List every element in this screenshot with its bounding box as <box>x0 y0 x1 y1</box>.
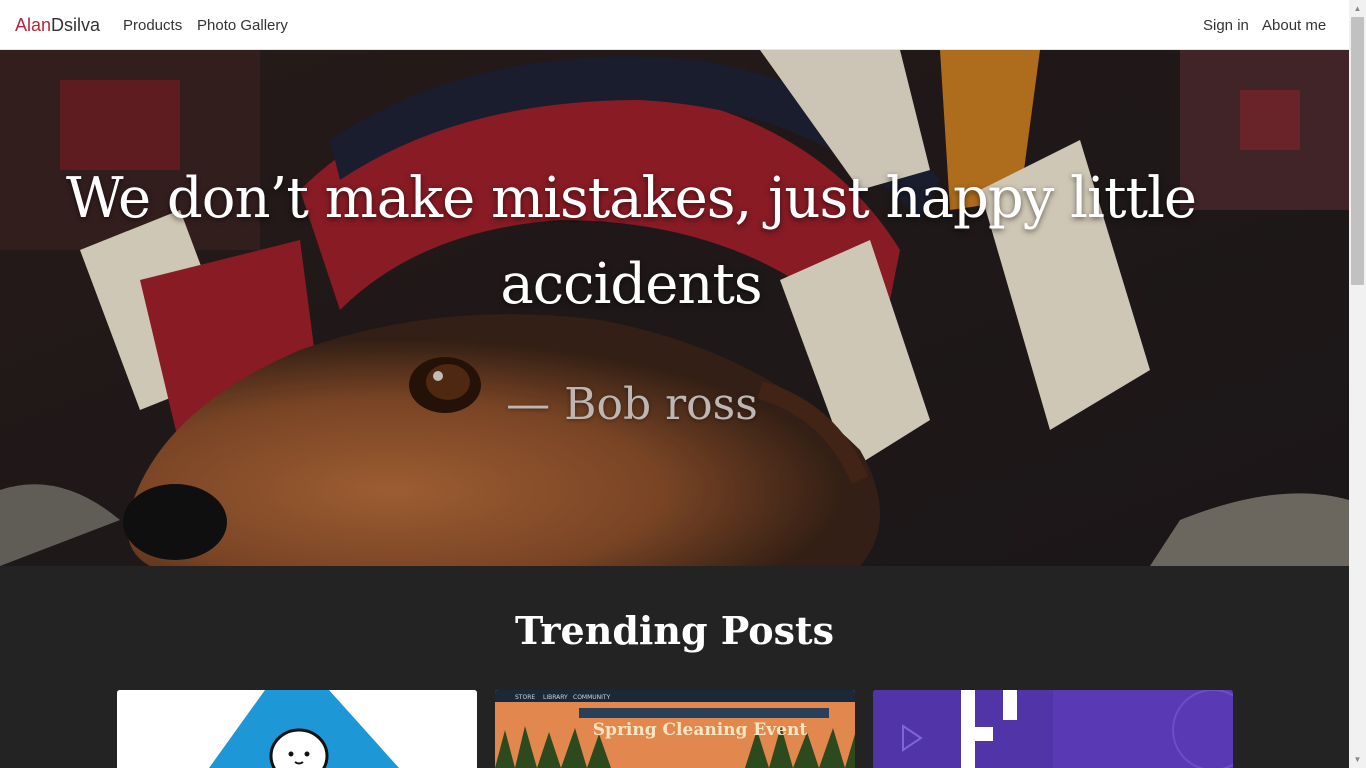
nav-sign-in-link[interactable]: Sign in <box>1203 16 1249 36</box>
vertical-scrollbar[interactable]: ▲ ▼ <box>1349 0 1366 768</box>
scroll-down-arrow-icon[interactable]: ▼ <box>1349 751 1366 768</box>
brand-first-name: Alan <box>15 15 52 35</box>
hero-quote-author: — Bob ross <box>506 379 758 430</box>
nav-about-me-link[interactable]: About me <box>1262 16 1326 36</box>
scroll-up-arrow-icon[interactable]: ▲ <box>1349 0 1366 17</box>
scrollbar-thumb[interactable] <box>1351 17 1364 285</box>
post-thumbnail-image <box>873 690 1233 768</box>
trending-post-card[interactable] <box>117 690 477 768</box>
brand-logo-link[interactable]: AlanDsilva <box>15 13 100 37</box>
post-thumbnail-image <box>117 690 477 768</box>
community-tab-label: COMMUNITY <box>573 694 611 701</box>
top-navbar: AlanDsilva Products Photo Gallery Sign i… <box>0 0 1349 50</box>
trending-post-card[interactable]: STORE LIBRARY COMMUNITY Spring Cleaning … <box>495 690 855 768</box>
trending-posts-heading: Trending Posts <box>514 608 834 653</box>
store-tab-label: STORE <box>515 694 535 701</box>
hero-quote-text: We don’t make mistakes, just happy littl… <box>65 166 1197 317</box>
spring-cleaning-caption: Spring Cleaning Event <box>593 720 808 740</box>
post-thumbnail-image: STORE LIBRARY COMMUNITY Spring Cleaning … <box>495 690 855 768</box>
library-tab-label: LIBRARY <box>543 694 568 701</box>
brand-last-name: Dsilva <box>51 15 101 35</box>
nav-products-link[interactable]: Products <box>123 16 182 36</box>
hero-banner: We don’t make mistakes, just happy littl… <box>0 50 1349 566</box>
trending-post-card[interactable] <box>873 690 1233 768</box>
nav-photo-gallery-link[interactable]: Photo Gallery <box>197 16 288 36</box>
